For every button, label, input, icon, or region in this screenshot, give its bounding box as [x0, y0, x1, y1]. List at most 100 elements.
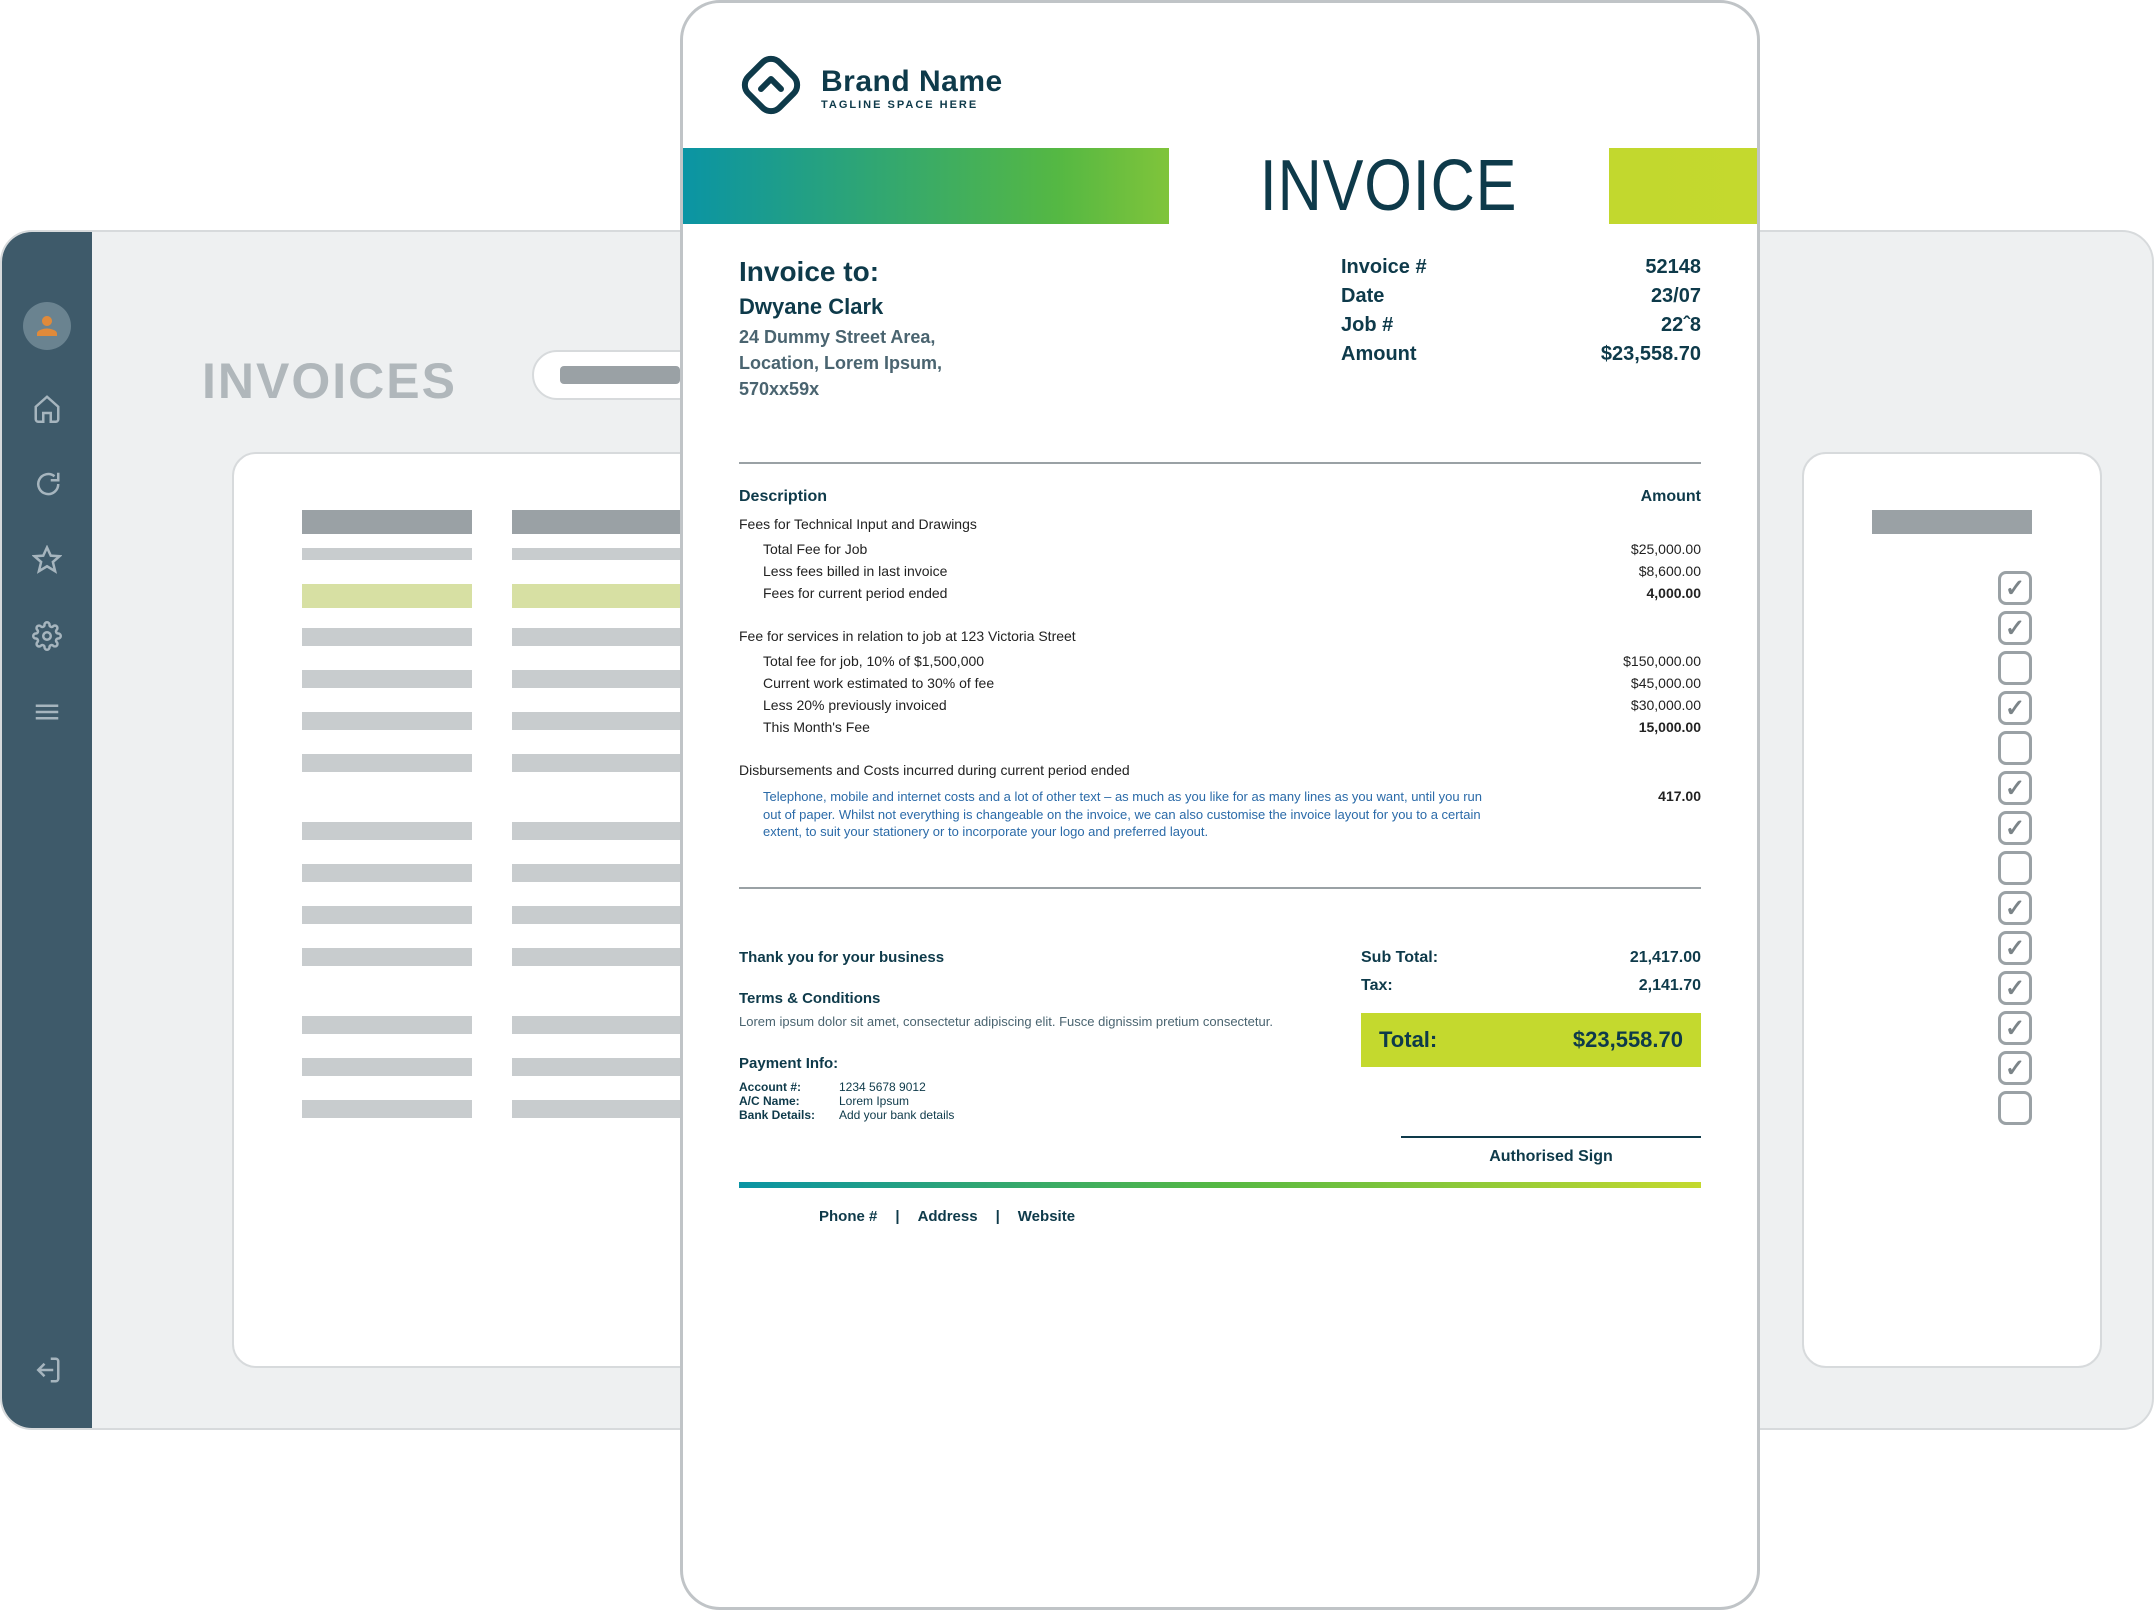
line-desc: This Month's Fee: [763, 719, 870, 735]
gear-icon[interactable]: [29, 618, 65, 654]
payment-row: Bank Details:Add your bank details: [739, 1108, 1321, 1122]
meta-value: 52148: [1645, 256, 1701, 279]
checkbox-row: [1872, 848, 2032, 888]
line-item: Less fees billed in last invoice$8,600.0…: [739, 560, 1701, 582]
checkbox-row: [1872, 1008, 2032, 1048]
checkbox-row: [1872, 568, 2032, 608]
checkbox[interactable]: [1998, 1051, 2032, 1085]
checkbox-row: [1872, 688, 2032, 728]
footer-link: Address: [918, 1208, 978, 1225]
brand-tagline: TAGLINE SPACE HERE: [821, 99, 1003, 111]
checkbox-row: [1872, 968, 2032, 1008]
line-desc: Less 20% previously invoiced: [763, 697, 947, 713]
brand-block: Brand Name TAGLINE SPACE HERE: [739, 53, 1701, 122]
checkbox[interactable]: [1998, 971, 2032, 1005]
line-amount: 417.00: [1658, 788, 1701, 804]
authorised-sign: Authorised Sign: [1401, 1136, 1701, 1166]
checkbox[interactable]: [1998, 931, 2032, 965]
brand-logo-icon: [739, 53, 803, 122]
line-item: This Month's Fee 15,000.00: [739, 716, 1701, 738]
logout-icon[interactable]: [29, 1352, 65, 1388]
checkbox[interactable]: [1998, 651, 2032, 685]
meta-label: Amount: [1341, 343, 1417, 366]
checkbox-row: [1872, 728, 2032, 768]
divider: [739, 887, 1701, 889]
invoice-to-label: Invoice to:: [739, 256, 942, 288]
line-amount: 15,000.00: [1639, 719, 1701, 735]
chat-icon[interactable]: [29, 466, 65, 502]
avatar[interactable]: [23, 302, 71, 350]
checkbox[interactable]: [1998, 611, 2032, 645]
checkbox-row: [1872, 928, 2032, 968]
tax-label: Tax:: [1361, 977, 1393, 995]
meta-label: Date: [1341, 285, 1384, 308]
page-title: INVOICES: [202, 352, 457, 410]
subtotal-value: 21,417.00: [1630, 949, 1701, 967]
checkbox-row: [1872, 648, 2032, 688]
checkbox[interactable]: [1998, 731, 2032, 765]
checkbox[interactable]: [1998, 571, 2032, 605]
line-desc: Current work estimated to 30% of fee: [763, 675, 994, 691]
line-desc: Less fees billed in last invoice: [763, 563, 947, 579]
customer-name: Dwyane Clark: [739, 294, 942, 320]
payment-row: A/C Name:Lorem Ipsum: [739, 1094, 1321, 1108]
item-section-heading: Fee for services in relation to job at 1…: [739, 628, 1701, 644]
star-icon[interactable]: [29, 542, 65, 578]
line-desc: Total Fee for Job: [763, 541, 867, 557]
line-desc: Fees for current period ended: [763, 585, 947, 601]
checkbox[interactable]: [1998, 1011, 2032, 1045]
checkbox[interactable]: [1998, 811, 2032, 845]
menu-icon[interactable]: [29, 694, 65, 730]
brand-name: Brand Name: [821, 65, 1003, 99]
line-item: Fees for current period ended4,000.00: [739, 582, 1701, 604]
checkbox[interactable]: [1998, 771, 2032, 805]
footer-left: Thank you for your business Terms & Cond…: [739, 949, 1321, 1122]
invoice-meta: Invoice #52148 Date23/07 Job #22ˆ8 Amoun…: [1341, 256, 1701, 402]
payment-key: Account #:: [739, 1080, 839, 1094]
item-section-heading: Fees for Technical Input and Drawings: [739, 516, 1701, 532]
checkbox[interactable]: [1998, 891, 2032, 925]
item-section-heading: Disbursements and Costs incurred during …: [739, 762, 1701, 778]
checkbox-row: [1872, 1088, 2032, 1128]
items-header: Description Amount: [739, 488, 1701, 506]
payment-value: Lorem Ipsum: [839, 1094, 909, 1108]
home-icon[interactable]: [29, 390, 65, 426]
bill-to-block: Invoice to: Dwyane Clark 24 Dummy Street…: [739, 256, 942, 402]
payment-heading: Payment Info:: [739, 1055, 1321, 1072]
terms-body: Lorem ipsum dolor sit amet, consectetur …: [739, 1013, 1321, 1031]
tax-value: 2,141.70: [1639, 977, 1701, 995]
address-line: 24 Dummy Street Area,: [739, 324, 942, 350]
bg-table-right: [1802, 452, 2102, 1368]
payment-key: A/C Name:: [739, 1094, 839, 1108]
footer-gradient-line: Authorised Sign: [739, 1182, 1701, 1188]
total-value: $23,558.70: [1573, 1027, 1683, 1053]
invoice-banner: INVOICE: [739, 148, 1701, 224]
checkbox-row: [1872, 768, 2032, 808]
thank-you: Thank you for your business: [739, 949, 1321, 966]
footer-right: Sub Total:21,417.00 Tax:2,141.70 Total: …: [1361, 949, 1701, 1122]
bg-table-left: [232, 452, 752, 1368]
total-label: Total:: [1379, 1027, 1437, 1053]
line-item: Current work estimated to 30% of fee $45,…: [739, 672, 1701, 694]
payment-value: Add your bank details: [839, 1108, 954, 1122]
payment-key: Bank Details:: [739, 1108, 839, 1122]
checkbox[interactable]: [1998, 851, 2032, 885]
checkbox[interactable]: [1998, 691, 2032, 725]
payment-row: Account #:1234 5678 9012: [739, 1080, 1321, 1094]
line-amount: $45,000.00: [1631, 675, 1701, 691]
checkbox-row: [1872, 608, 2032, 648]
banner-title: INVOICE: [1260, 145, 1518, 227]
line-item: Less 20% previously invoiced$30,000.00: [739, 694, 1701, 716]
line-amount: $150,000.00: [1623, 653, 1701, 669]
checkbox-row: [1872, 1048, 2032, 1088]
line-amount: $25,000.00: [1631, 541, 1701, 557]
checkbox[interactable]: [1998, 1091, 2032, 1125]
line-desc: Total fee for job, 10% of $1,500,000: [763, 653, 984, 669]
checkbox-row: [1872, 808, 2032, 848]
meta-value: $23,558.70: [1601, 343, 1701, 366]
meta-label: Invoice #: [1341, 256, 1427, 279]
terms-heading: Terms & Conditions: [739, 990, 1321, 1007]
checkbox-row: [1872, 888, 2032, 928]
col-amount: Amount: [1641, 488, 1701, 506]
footer-links: Phone # | Address | Website: [739, 1208, 1701, 1225]
